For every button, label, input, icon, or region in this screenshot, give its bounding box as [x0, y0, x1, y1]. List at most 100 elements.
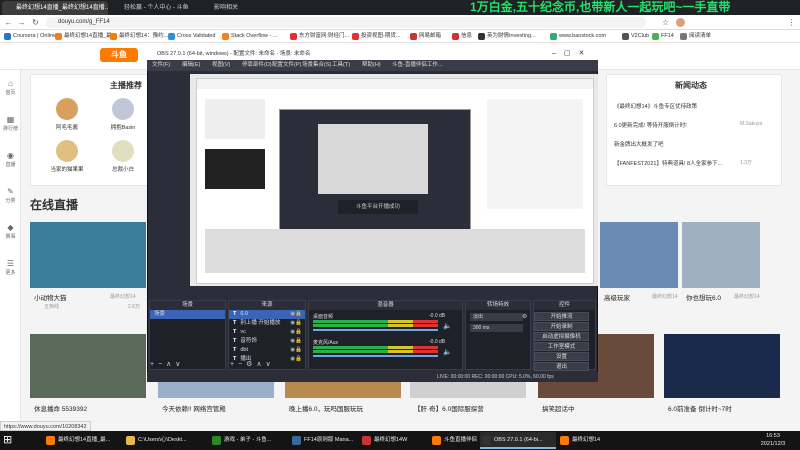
bookmark-item[interactable]: www.baostock.com — [550, 31, 606, 42]
obs-menu-item[interactable]: 帮助(H) — [362, 60, 381, 71]
bookmark-item[interactable]: 英为财情Investing... — [478, 31, 536, 42]
scene-item[interactable]: 场景 — [150, 310, 225, 319]
volume-slider[interactable] — [313, 329, 438, 331]
taskbar-app[interactable]: 斗鱼直播伴侣 — [430, 432, 478, 449]
menu-icon[interactable]: ⋮ — [786, 17, 797, 28]
taskbar-app[interactable]: 最终幻想14直播_最... — [44, 432, 120, 449]
taskbar-app[interactable]: 游戏 - 弟子 - 斗鱼... — [210, 432, 286, 449]
room-thumbnail[interactable] — [30, 222, 146, 288]
room-thumbnail[interactable] — [600, 222, 678, 288]
source-item[interactable]: Tdbt ◉🔒 — [229, 346, 305, 355]
bookmark-item[interactable]: FF14 — [652, 31, 674, 42]
browser-tab[interactable]: 最终幻想14直播_最终幻想14直播... — [2, 1, 108, 15]
taskbar-app[interactable]: C:\Users\心\Deskt... — [124, 432, 200, 449]
transition-gear-icon[interactable]: ⚙ — [522, 313, 527, 320]
anchor-avatar[interactable] — [112, 140, 134, 162]
sidebar-item[interactable]: ✎ 分类 — [2, 186, 19, 206]
room-thumbnail[interactable] — [664, 334, 780, 398]
room-title[interactable]: 小动物大猫 — [34, 292, 94, 302]
room-title[interactable]: 6.0前准备 倒计时~7时 — [668, 403, 780, 413]
room-title[interactable]: 搞笑超话中 — [542, 403, 654, 413]
bookmark-item[interactable]: 最终幻想14直播_最... — [55, 31, 116, 42]
room-thumbnail[interactable] — [30, 334, 146, 398]
source-item[interactable]: T 音符饰 ◉🔒 — [229, 337, 305, 346]
taskbar-app[interactable]: OBS 27.0.1 (64-bi... — [480, 432, 556, 449]
bookmark-item[interactable]: Coursera | Online ... — [4, 31, 62, 42]
bookmark-item[interactable]: Stack Overflow - ... — [222, 31, 277, 42]
obs-control-button[interactable]: 退出 — [534, 362, 589, 371]
obs-control-button[interactable]: 设置 — [534, 352, 589, 361]
forward-icon[interactable]: → — [16, 17, 27, 28]
volume-slider[interactable] — [313, 355, 438, 357]
bookmark-item[interactable]: 网易邮箱 — [410, 31, 441, 42]
transition-select[interactable]: 淡出 — [470, 313, 523, 321]
sidebar-item[interactable]: ◆ 赛事 — [2, 222, 19, 242]
obs-control-button[interactable]: 启动虚拟摄像机 — [534, 332, 589, 341]
bookmark-item[interactable]: 投资视图-期货... — [352, 31, 400, 42]
sidebar-item[interactable]: ▦ 排行榜 — [2, 114, 19, 134]
speaker-icon[interactable]: 🔈 — [443, 322, 452, 330]
room-title[interactable]: 你也想玩6.0 — [686, 292, 732, 302]
obs-menu-item[interactable]: 场景集合(S) — [302, 60, 331, 71]
sidebar-item[interactable]: ◉ 直播 — [2, 150, 19, 170]
bookmark-item[interactable]: 最终幻想14：豫约... — [110, 31, 168, 42]
source-add-remove-icons[interactable]: +−⚙∧∨ — [230, 360, 275, 368]
room-title[interactable]: 今天依赖!! 网络宫管殿 — [162, 403, 274, 413]
star-icon[interactable]: ☆ — [660, 17, 671, 28]
scene-add-remove-icons[interactable]: +−∧∨ — [150, 360, 184, 368]
obs-menu-item[interactable]: 编辑(E) — [182, 60, 200, 71]
anchor-name[interactable]: 当家的猫果果 — [47, 165, 87, 173]
sidebar-item[interactable]: ☰ 更多 — [2, 258, 19, 278]
obs-control-button[interactable]: 工作室模式 — [534, 342, 589, 351]
bookmark-item[interactable]: 信息 — [452, 31, 472, 42]
room-title[interactable]: 【肝·奇】6.0国际服探营 — [414, 403, 526, 413]
browser-tab[interactable]: 影响相关 — [200, 1, 260, 15]
eye-lock-icons[interactable]: ◉🔒 — [290, 337, 302, 346]
obs-menu-item[interactable]: 视图(V) — [212, 60, 230, 71]
taskbar-app[interactable]: FF14原则版 Mana... — [290, 432, 366, 449]
anchor-avatar[interactable] — [56, 140, 78, 162]
bookmark-item[interactable]: 阅读清单 — [680, 31, 711, 42]
bookmark-item[interactable]: Cross Validated — [168, 31, 215, 42]
obs-menu-item[interactable]: 停靠部件(D) — [242, 60, 272, 71]
anchor-name[interactable]: 拥抱Basin — [103, 123, 143, 131]
room-title[interactable]: 休息播命 5539392 — [34, 403, 146, 413]
anchor-avatar[interactable] — [112, 98, 134, 120]
eye-lock-icons[interactable]: ◉🔒 — [290, 310, 302, 319]
bookmark-item[interactable]: 东方财富网:财经门... — [290, 31, 349, 42]
obs-control-button[interactable]: 开始推流 — [534, 312, 589, 321]
obs-preview[interactable]: 斗鱼平台开播成功 — [190, 74, 598, 286]
profile-avatar[interactable] — [676, 18, 685, 27]
back-icon[interactable]: ← — [3, 17, 14, 28]
eye-lock-icons[interactable]: ◉🔒 — [290, 355, 302, 364]
taskbar-app[interactable]: 最终幻想14 — [558, 432, 634, 449]
news-item[interactable]: 新金牌出大概发了吧 — [614, 140, 734, 148]
anchor-avatar[interactable] — [56, 98, 78, 120]
window-controls[interactable]: –▢✕ — [552, 48, 598, 60]
source-item[interactable]: T 6.0 ◉🔒 — [229, 310, 305, 319]
news-item[interactable]: 6.0更新完成! 等待开服倒计时! — [614, 121, 734, 129]
room-title[interactable]: 高级玩家 — [604, 292, 650, 302]
source-item[interactable]: Tvc ◉🔒 — [229, 328, 305, 337]
eye-lock-icons[interactable]: ◉🔒 — [290, 346, 302, 355]
obs-menu-item[interactable]: 文件(F) — [152, 60, 170, 71]
sidebar-item[interactable]: ⌂ 首页 — [2, 78, 19, 98]
windows-start-icon[interactable]: ⊞ — [3, 434, 15, 446]
transition-duration-input[interactable]: 300 ms — [470, 324, 523, 332]
reload-icon[interactable]: ↻ — [30, 17, 41, 28]
anchor-name[interactable]: 总裁小白 — [103, 165, 143, 173]
obs-control-button[interactable]: 开始录制 — [534, 322, 589, 331]
obs-menu-item[interactable]: 配置文件(P) — [272, 60, 301, 71]
news-item[interactable]: 《最终幻想14》斗鱼专区优待政策 — [614, 102, 734, 110]
news-item[interactable]: 【FANFEST2021】特典道具! 8人全家参下... — [614, 159, 734, 167]
bookmark-item[interactable]: V2Club — [622, 31, 649, 42]
room-thumbnail[interactable] — [682, 222, 760, 288]
room-title[interactable]: 晚上播6.0，玩吗国服玩玩 — [289, 403, 401, 413]
douyu-logo[interactable]: 斗鱼 — [100, 48, 138, 62]
taskbar-app[interactable]: 最终幻想14W — [360, 432, 436, 449]
system-clock[interactable]: 16:53 2021/12/3 — [748, 432, 798, 449]
browser-tab[interactable]: 轻松赢 - 个人中心 - 斗鱼 — [110, 1, 198, 15]
source-item[interactable]: T 别上播 开始播放 ◉🔒 — [229, 319, 305, 328]
obs-menu-item[interactable]: 斗鱼-直播伴侣工作... — [392, 60, 442, 71]
url-input[interactable]: douyu.com/g_FF14 — [46, 17, 646, 28]
